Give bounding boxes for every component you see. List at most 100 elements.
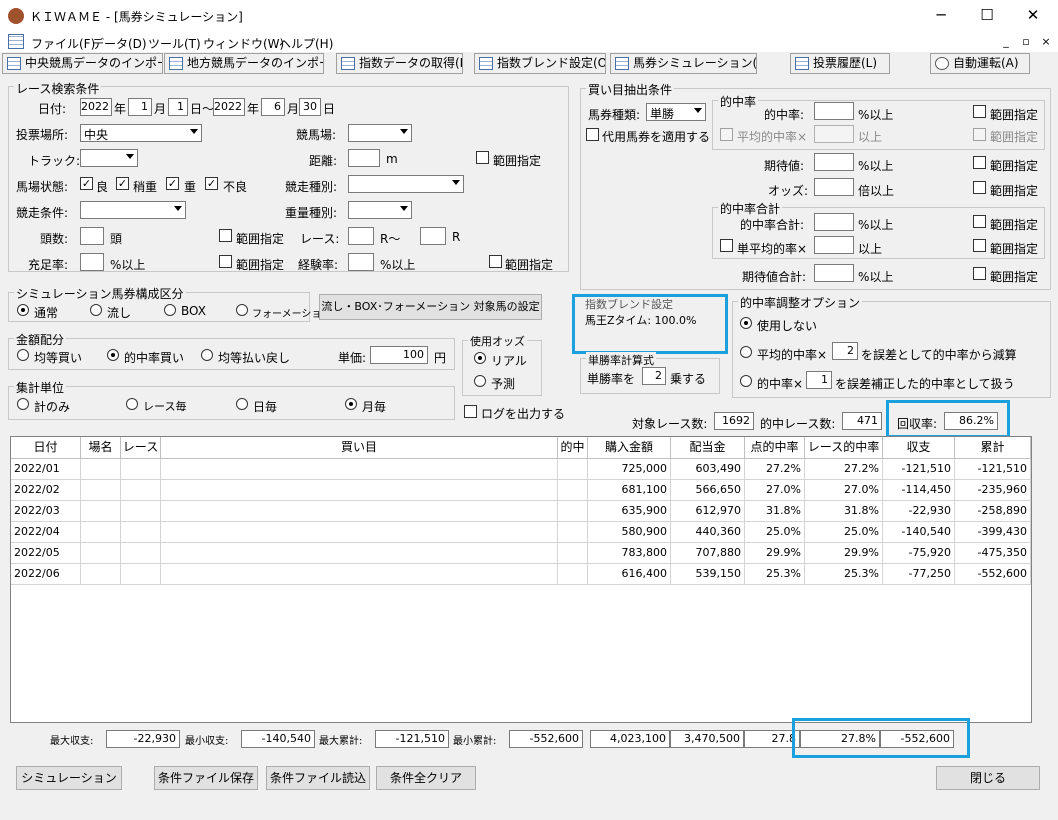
menu-tools[interactable]: ツール(T): [148, 35, 201, 52]
agg-day-radio[interactable]: [236, 398, 248, 410]
table-cell[interactable]: [161, 459, 558, 480]
odds-real-radio[interactable]: [474, 352, 486, 364]
ev-range-checkbox[interactable]: [973, 156, 986, 169]
tab-index-blend[interactable]: 指数ブレンド設定(O): [474, 53, 606, 74]
agg-month-radio[interactable]: [345, 398, 357, 410]
table-cell[interactable]: 580,900: [588, 522, 671, 543]
table-cell[interactable]: 2022/02: [11, 480, 81, 501]
avg-hit-checkbox[interactable]: [720, 128, 733, 141]
single-avg-checkbox[interactable]: [720, 239, 733, 252]
table-cell[interactable]: [558, 480, 588, 501]
table-cell[interactable]: 31.8%: [745, 501, 805, 522]
clear-conditions-button[interactable]: 条件全クリア: [376, 766, 476, 790]
adjust-subtract-input[interactable]: 2: [832, 342, 858, 360]
condition-bad-checkbox[interactable]: ✓: [205, 177, 218, 190]
table-cell[interactable]: [121, 459, 161, 480]
sim-box-radio[interactable]: [164, 304, 176, 316]
date-to-year[interactable]: 2022: [213, 98, 245, 116]
table-cell[interactable]: 612,970: [671, 501, 745, 522]
condition-heavy-checkbox[interactable]: ✓: [166, 177, 179, 190]
table-cell[interactable]: [81, 543, 121, 564]
table-cell[interactable]: [558, 459, 588, 480]
hit-sum-range-checkbox[interactable]: [973, 215, 986, 228]
col-header-payout[interactable]: 配当金: [671, 437, 745, 459]
bet-type-dropdown[interactable]: 単勝: [646, 103, 706, 121]
sim-normal-radio[interactable]: [17, 304, 29, 316]
exp-range-checkbox[interactable]: [489, 255, 502, 268]
heads-input[interactable]: [80, 227, 104, 245]
adjust-none-radio[interactable]: [740, 317, 752, 329]
table-cell[interactable]: 25.0%: [805, 522, 883, 543]
table-cell[interactable]: 29.9%: [745, 543, 805, 564]
race-to-input[interactable]: [420, 227, 446, 245]
hit-rate-input[interactable]: [814, 102, 854, 120]
odds-range-checkbox[interactable]: [973, 181, 986, 194]
table-cell[interactable]: -75,920: [883, 543, 955, 564]
table-cell[interactable]: 635,900: [588, 501, 671, 522]
race-type-dropdown[interactable]: [348, 175, 464, 193]
single-avg-range-checkbox[interactable]: [973, 239, 986, 252]
table-cell[interactable]: -121,510: [955, 459, 1031, 480]
fill-input[interactable]: [80, 253, 104, 271]
table-cell[interactable]: 2022/01: [11, 459, 81, 480]
mdi-restore-icon[interactable]: ▫: [1017, 34, 1035, 50]
table-cell[interactable]: -114,450: [883, 480, 955, 501]
avg-hit-input[interactable]: [814, 125, 854, 143]
table-cell[interactable]: -399,430: [955, 522, 1031, 543]
table-cell[interactable]: 27.0%: [805, 480, 883, 501]
table-cell[interactable]: 440,360: [671, 522, 745, 543]
table-cell[interactable]: 616,400: [588, 564, 671, 585]
table-cell[interactable]: -235,960: [955, 480, 1031, 501]
minimize-button[interactable]: ─: [918, 0, 964, 32]
adjust-subtract-radio[interactable]: [740, 346, 752, 358]
col-header-cumulative[interactable]: 累計: [955, 437, 1031, 459]
col-header-point-hit[interactable]: 点的中率: [745, 437, 805, 459]
col-header-hit[interactable]: 的中: [558, 437, 588, 459]
win-calc-input[interactable]: 2: [642, 367, 666, 385]
mdi-close-icon[interactable]: ×: [1037, 34, 1055, 50]
hit-rate-range-checkbox[interactable]: [973, 105, 986, 118]
substitute-checkbox[interactable]: [586, 128, 599, 141]
table-cell[interactable]: 2022/04: [11, 522, 81, 543]
table-cell[interactable]: [558, 564, 588, 585]
table-cell[interactable]: [558, 543, 588, 564]
tab-local-import[interactable]: 地方競馬データのインポート(N): [164, 53, 324, 74]
tab-auto-run[interactable]: 自動運転(A): [930, 53, 1030, 74]
race-cond-dropdown[interactable]: [80, 201, 186, 219]
table-cell[interactable]: 31.8%: [805, 501, 883, 522]
col-header-race[interactable]: レース: [121, 437, 161, 459]
table-cell[interactable]: [121, 564, 161, 585]
distance-input[interactable]: [348, 149, 380, 167]
weight-dropdown[interactable]: [348, 201, 412, 219]
tab-index-fetch[interactable]: 指数データの取得(I): [336, 53, 463, 74]
adjust-correct-input[interactable]: 1: [806, 371, 832, 389]
date-from-month[interactable]: 1: [128, 98, 152, 116]
table-cell[interactable]: -475,350: [955, 543, 1031, 564]
table-cell[interactable]: 566,650: [671, 480, 745, 501]
date-to-day[interactable]: 30: [299, 98, 321, 116]
col-header-venue[interactable]: 場名: [81, 437, 121, 459]
menu-data[interactable]: データ(D): [92, 35, 147, 52]
table-cell[interactable]: [161, 522, 558, 543]
table-cell[interactable]: 29.9%: [805, 543, 883, 564]
amount-payout-radio[interactable]: [201, 349, 213, 361]
date-from-year[interactable]: 2022: [80, 98, 112, 116]
table-cell[interactable]: 603,490: [671, 459, 745, 480]
odds-predict-radio[interactable]: [474, 375, 486, 387]
table-cell[interactable]: -140,540: [883, 522, 955, 543]
table-cell[interactable]: 27.2%: [745, 459, 805, 480]
tab-central-import[interactable]: 中央競馬データのインポート(J): [2, 53, 163, 74]
menu-file[interactable]: ファイル(F): [31, 35, 95, 52]
log-output-checkbox[interactable]: [464, 405, 477, 418]
table-cell[interactable]: 25.0%: [745, 522, 805, 543]
table-cell[interactable]: 2022/05: [11, 543, 81, 564]
track-dropdown[interactable]: [80, 149, 138, 167]
condition-slightly-heavy-checkbox[interactable]: ✓: [116, 177, 129, 190]
table-cell[interactable]: 25.3%: [745, 564, 805, 585]
table-cell[interactable]: -22,930: [883, 501, 955, 522]
table-cell[interactable]: 681,100: [588, 480, 671, 501]
heads-range-checkbox[interactable]: [219, 229, 232, 242]
table-cell[interactable]: [161, 564, 558, 585]
condition-good-checkbox[interactable]: ✓: [80, 177, 93, 190]
table-cell[interactable]: [121, 480, 161, 501]
